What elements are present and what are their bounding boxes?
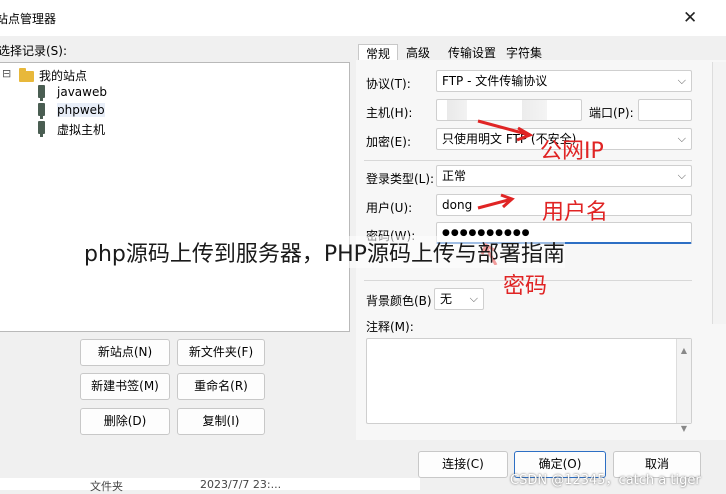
site-tree[interactable]: ⊟ 我的站点 javaweb phpweb 虚拟主机 — [0, 62, 350, 332]
background-scrollbar[interactable] — [712, 62, 726, 324]
chevron-down-icon: ⌵ — [677, 132, 686, 145]
background-row-date: 2023/7/7 23:... — [200, 478, 282, 491]
comments-label: 注释(M): — [366, 320, 414, 334]
user-label: 用户(U): — [366, 201, 413, 215]
close-icon[interactable]: ✕ — [683, 8, 697, 28]
csdn-watermark: CSDN @12345，catch a tiger — [510, 473, 701, 488]
annotation-public-ip: 公网IP — [540, 139, 604, 164]
annotation-password: 密码 — [503, 274, 548, 299]
comments-scrollbar[interactable]: ▲ ▼ — [676, 339, 691, 433]
tree-item-virtual-host[interactable]: 虚拟主机 — [57, 121, 105, 138]
logon-type-value: 正常 — [442, 169, 467, 183]
rename-button[interactable]: 重命名(R) — [177, 373, 265, 400]
port-input[interactable] — [638, 99, 692, 121]
new-site-button[interactable]: 新站点(N) — [80, 339, 170, 366]
connect-button[interactable]: 连接(C) — [418, 451, 508, 478]
scroll-down-icon: ▼ — [680, 424, 688, 433]
annotation-username: 用户名 — [542, 200, 609, 225]
site-list-label: 选择记录(S): — [0, 44, 68, 58]
bg-color-select[interactable]: 无 ⌵ — [434, 288, 484, 310]
tree-root-label[interactable]: 我的站点 — [39, 67, 87, 84]
tree-item-phpweb[interactable]: phpweb — [57, 103, 105, 117]
background-row-type: 文件夹 — [90, 480, 123, 493]
protocol-value: FTP - 文件传输协议 — [442, 74, 548, 88]
title-bar — [0, 0, 726, 36]
comments-textarea[interactable]: ▲ ▼ — [366, 338, 692, 433]
overlay-title: php源码上传到服务器，PHP源码上传与部署指南 — [84, 236, 565, 268]
folder-icon — [19, 68, 34, 82]
arrow-to-host — [477, 119, 531, 137]
server-icon — [38, 103, 45, 119]
collapse-icon[interactable]: ⊟ — [2, 67, 11, 80]
new-bookmark-button[interactable]: 新建书签(M) — [80, 373, 170, 400]
host-label: 主机(H): — [366, 106, 413, 120]
bg-color-label: 背景颜色(B) — [366, 294, 432, 308]
encryption-label: 加密(E): — [366, 135, 411, 149]
window-title: 站点管理器 — [0, 12, 57, 26]
scroll-up-icon: ▲ — [680, 346, 688, 355]
user-value: dong — [442, 198, 473, 212]
port-label: 端口(P): — [589, 106, 634, 120]
chevron-down-icon: ⌵ — [469, 292, 478, 305]
server-icon — [38, 121, 45, 137]
logon-type-label: 登录类型(L): — [366, 172, 435, 186]
protocol-label: 协议(T): — [366, 77, 411, 91]
chevron-down-icon: ⌵ — [677, 169, 686, 182]
tree-item-javaweb[interactable]: javaweb — [57, 85, 107, 99]
bg-color-value: 无 — [440, 292, 453, 306]
new-folder-button[interactable]: 新文件夹(F) — [177, 339, 265, 366]
chevron-down-icon: ⌵ — [677, 74, 686, 87]
delete-button[interactable]: 删除(D) — [80, 408, 170, 435]
server-icon — [38, 85, 45, 101]
copy-button[interactable]: 复制(I) — [177, 408, 265, 435]
protocol-select[interactable]: FTP - 文件传输协议 ⌵ — [436, 70, 692, 92]
